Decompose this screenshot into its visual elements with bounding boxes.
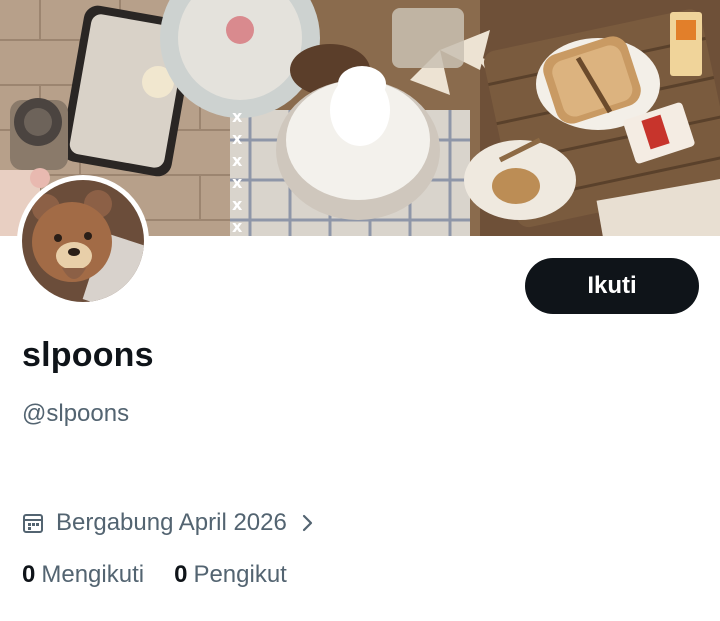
avatar-bear-image: [22, 180, 144, 302]
calendar-icon: [22, 512, 44, 534]
joined-date-row[interactable]: Bergabung April 2026: [22, 507, 315, 539]
svg-text:x: x: [232, 195, 243, 214]
svg-text:x: x: [232, 151, 243, 170]
svg-text:x: x: [232, 217, 243, 236]
svg-text:x: x: [232, 129, 243, 148]
follow-button[interactable]: Ikuti: [525, 258, 699, 314]
avatar[interactable]: [17, 175, 149, 307]
following-count: 0: [22, 561, 36, 588]
svg-text:x: x: [232, 173, 243, 192]
svg-text:x: x: [232, 107, 243, 126]
followers-label: Pengikut: [193, 561, 287, 588]
following-stat-link[interactable]: 0 Mengikuti: [22, 561, 144, 589]
following-label: Mengikuti: [41, 561, 145, 588]
username-handle: @slpoons: [22, 400, 130, 427]
joined-date-text: Bergabung April 2026: [56, 509, 287, 536]
follow-stats: 0 Mengikuti 0 Pengikut: [22, 561, 317, 589]
display-name: slpoons: [22, 336, 154, 374]
followers-count: 0: [174, 561, 188, 588]
chevron-right-icon: [301, 512, 315, 534]
followers-stat-link[interactable]: 0 Pengikut: [174, 561, 287, 589]
